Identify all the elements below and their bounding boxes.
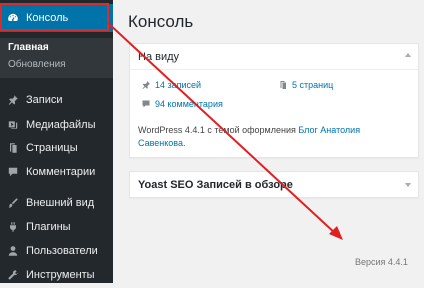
comments-count-link[interactable]: 94 комментария	[141, 99, 223, 109]
user-icon	[3, 244, 23, 258]
expand-toggle-icon[interactable]	[405, 183, 411, 187]
sidebar-item-label: Плагины	[26, 221, 71, 233]
sidebar-item-users[interactable]: Пользователи	[0, 238, 113, 264]
page-icon	[280, 81, 286, 89]
sidebar-item-label: Страницы	[26, 142, 78, 154]
comment-icon	[142, 100, 150, 108]
sidebar-item-label: Инструменты	[26, 269, 95, 281]
page-title: Консоль	[128, 12, 194, 31]
theme-info-prefix: WordPress 4.4.1 с темой оформления	[138, 125, 299, 135]
widget-header[interactable]: На виду	[130, 44, 418, 70]
admin-sidebar: Консоль Главная Обновления Записи Медиаф…	[0, 0, 120, 283]
sidebar-item-tools[interactable]: Инструменты	[0, 262, 113, 288]
yoast-seo-widget: Yoast SEO Записей в обзоре	[129, 171, 419, 198]
media-icon	[3, 118, 23, 132]
theme-info: WordPress 4.4.1 с темой оформления Блог …	[138, 124, 408, 150]
highlight-box	[0, 3, 109, 31]
sidebar-item-label: Медиафайлы	[26, 119, 96, 131]
sidebar-item-pages[interactable]: Страницы	[0, 135, 113, 161]
plugin-icon	[3, 220, 23, 234]
sidebar-item-comments[interactable]: Комментарии	[0, 159, 113, 185]
widget-title: На виду	[138, 51, 180, 63]
pages-count-label: 5 страниц	[292, 80, 334, 90]
sidebar-item-posts[interactable]: Записи	[0, 87, 113, 113]
sidebar-item-label: Внешний вид	[26, 197, 95, 209]
current-menu-arrow	[113, 12, 120, 26]
page-icon	[3, 141, 23, 155]
posts-count-link[interactable]: 14 записей	[141, 80, 201, 90]
widget-title: Yoast SEO Записей в обзоре	[138, 179, 293, 191]
sidebar-item-label: Комментарии	[26, 166, 96, 178]
submenu-item-home[interactable]: Главная	[8, 42, 49, 53]
submenu-item-updates[interactable]: Обновления	[8, 59, 66, 70]
comment-icon	[3, 165, 23, 179]
collapse-toggle-icon[interactable]	[405, 53, 411, 57]
posts-count-label: 14 записей	[155, 80, 202, 90]
at-a-glance-widget: На виду 14 записей 5 страниц 94 коммента…	[129, 43, 419, 158]
pages-count-link[interactable]: 5 страниц	[278, 80, 333, 90]
widget-header[interactable]: Yoast SEO Записей в обзоре	[130, 172, 418, 197]
console-submenu: Главная Обновления	[0, 38, 113, 78]
sidebar-item-plugins[interactable]: Плагины	[0, 214, 113, 240]
sidebar-item-label: Пользователи	[26, 245, 98, 257]
brush-icon	[3, 196, 23, 210]
sidebar-item-label: Записи	[26, 94, 63, 106]
pushpin-icon	[142, 81, 150, 89]
theme-info-suffix: .	[183, 138, 186, 148]
sidebar-item-appearance[interactable]: Внешний вид	[0, 190, 113, 216]
wordpress-version: Версия 4.4.1	[355, 257, 408, 267]
wrench-icon	[3, 268, 23, 282]
comments-count-label: 94 комментария	[155, 99, 223, 109]
annotation-arrow-head	[329, 226, 343, 240]
pushpin-icon	[3, 93, 23, 107]
